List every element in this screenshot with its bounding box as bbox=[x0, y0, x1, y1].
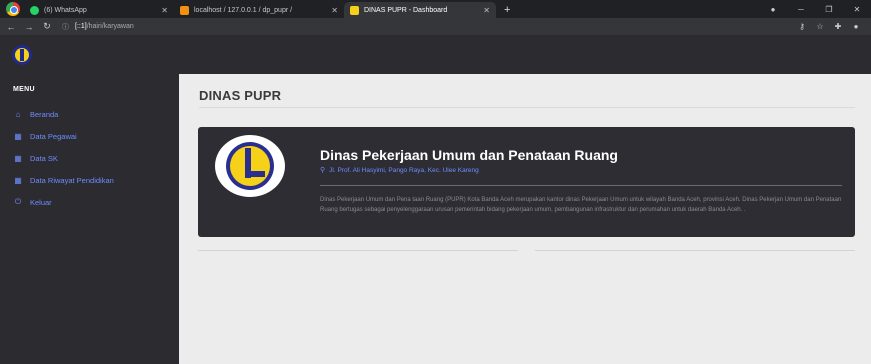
pupr-logo-icon[interactable] bbox=[12, 44, 32, 65]
tab-whatsapp[interactable]: (6) WhatsApp ✕ bbox=[24, 2, 174, 18]
sidebar-item-label: Beranda bbox=[30, 109, 59, 119]
table-icon: ▦ bbox=[14, 175, 22, 185]
tab-label: (6) WhatsApp bbox=[44, 6, 87, 14]
tab-dinas-pupr[interactable]: DINAS PUPR - Dashboard ✕ bbox=[344, 2, 496, 18]
close-window-icon[interactable]: ✕ bbox=[843, 5, 871, 14]
card-address: ⚲ Jl. Prof. Ali Hasyimi, Pango Raya, Kec… bbox=[320, 166, 479, 175]
card-description: Dinas Pekerjaan Umum dan Pena taan Ruang… bbox=[320, 197, 842, 213]
main-content: DINAS PUPR Dinas Pekerjaan Umum dan Pena… bbox=[179, 74, 871, 364]
sidebar-item-data-pegawai[interactable]: ▦ Data Pegawai bbox=[0, 125, 179, 147]
power-icon: ⏻ bbox=[14, 197, 22, 206]
sidebar-item-label: Keluar bbox=[30, 197, 52, 207]
chrome-icon bbox=[6, 2, 20, 16]
key-icon[interactable]: ⚷ bbox=[793, 22, 811, 31]
maximize-icon[interactable]: ❐ bbox=[815, 5, 843, 14]
tab-strip: (6) WhatsApp ✕ localhost / 127.0.0.1 / d… bbox=[0, 0, 871, 18]
section-divider-left bbox=[198, 250, 518, 251]
sidebar-item-data-riwayat-pendidikan[interactable]: ▦ Data Riwayat Pendidikan bbox=[0, 169, 179, 191]
sidebar-item-beranda[interactable]: ⌂ Beranda bbox=[0, 103, 179, 125]
phpmyadmin-icon bbox=[180, 5, 189, 15]
tab-label: localhost / 127.0.0.1 / dp_pupr / bbox=[194, 6, 293, 14]
account-icon[interactable]: ● bbox=[847, 22, 865, 31]
info-icon[interactable]: ⓘ bbox=[62, 22, 69, 32]
star-icon[interactable]: ☆ bbox=[811, 22, 829, 31]
close-icon[interactable]: ✕ bbox=[325, 6, 338, 15]
tab-label: DINAS PUPR - Dashboard bbox=[364, 6, 448, 14]
sidebar-item-label: Data SK bbox=[30, 153, 58, 163]
forward-icon[interactable]: → bbox=[22, 22, 36, 32]
minimize-icon[interactable]: ─ bbox=[787, 5, 815, 14]
sidebar-item-keluar[interactable]: ⏻ Keluar bbox=[0, 191, 179, 213]
pupr-favicon-icon bbox=[350, 5, 359, 15]
app-header bbox=[0, 35, 871, 74]
table-icon: ▦ bbox=[14, 131, 22, 141]
location-pin-icon: ⚲ bbox=[320, 167, 326, 174]
page-title: DINAS PUPR bbox=[199, 88, 282, 103]
toolbar-actions: ⚷ ☆ ✚ ● bbox=[793, 22, 865, 31]
browser-window: (6) WhatsApp ✕ localhost / 127.0.0.1 / d… bbox=[0, 0, 871, 364]
close-icon[interactable]: ✕ bbox=[155, 6, 168, 15]
sidebar-item-data-sk[interactable]: ▦ Data SK bbox=[0, 147, 179, 169]
address-text: Jl. Prof. Ali Hasyimi, Pango Raya, Kec. … bbox=[329, 166, 479, 174]
section-divider-right bbox=[535, 250, 855, 251]
whatsapp-icon bbox=[30, 5, 39, 15]
profile-card: Dinas Pekerjaan Umum dan Penataan Ruang … bbox=[198, 127, 855, 237]
address-bar[interactable]: ⓘ [::1] /hairi/karyawan bbox=[62, 22, 134, 32]
window-controls: ● ─ ❐ ✕ bbox=[759, 0, 871, 18]
reload-icon[interactable]: ↻ bbox=[40, 21, 54, 32]
title-divider bbox=[199, 107, 855, 108]
back-icon[interactable]: ← bbox=[4, 22, 18, 32]
address-toolbar: ← → ↻ ⓘ [::1] /hairi/karyawan ⚷ ☆ ✚ ● bbox=[0, 18, 871, 35]
home-icon: ⌂ bbox=[15, 109, 21, 119]
extensions-icon[interactable]: ✚ bbox=[829, 22, 847, 31]
pupr-emblem-icon bbox=[215, 135, 285, 197]
new-tab-icon[interactable]: + bbox=[496, 2, 518, 18]
sidebar-item-label: Data Riwayat Pendidikan bbox=[30, 175, 114, 185]
card-divider bbox=[320, 185, 842, 186]
tab-phpmyadmin[interactable]: localhost / 127.0.0.1 / dp_pupr / ✕ bbox=[174, 2, 344, 18]
table-icon: ▦ bbox=[14, 153, 22, 163]
profile-icon[interactable]: ● bbox=[759, 5, 787, 14]
close-icon[interactable]: ✕ bbox=[477, 6, 490, 15]
sidebar: MENU ⌂ Beranda ▦ Data Pegawai ▦ Data SK … bbox=[0, 74, 179, 364]
sidebar-menu-title: MENU bbox=[13, 86, 35, 93]
card-title: Dinas Pekerjaan Umum dan Penataan Ruang bbox=[320, 147, 618, 163]
url-path: /hairi/karyawan bbox=[86, 23, 134, 30]
sidebar-item-label: Data Pegawai bbox=[30, 131, 77, 141]
url-host: [::1] bbox=[75, 23, 87, 30]
